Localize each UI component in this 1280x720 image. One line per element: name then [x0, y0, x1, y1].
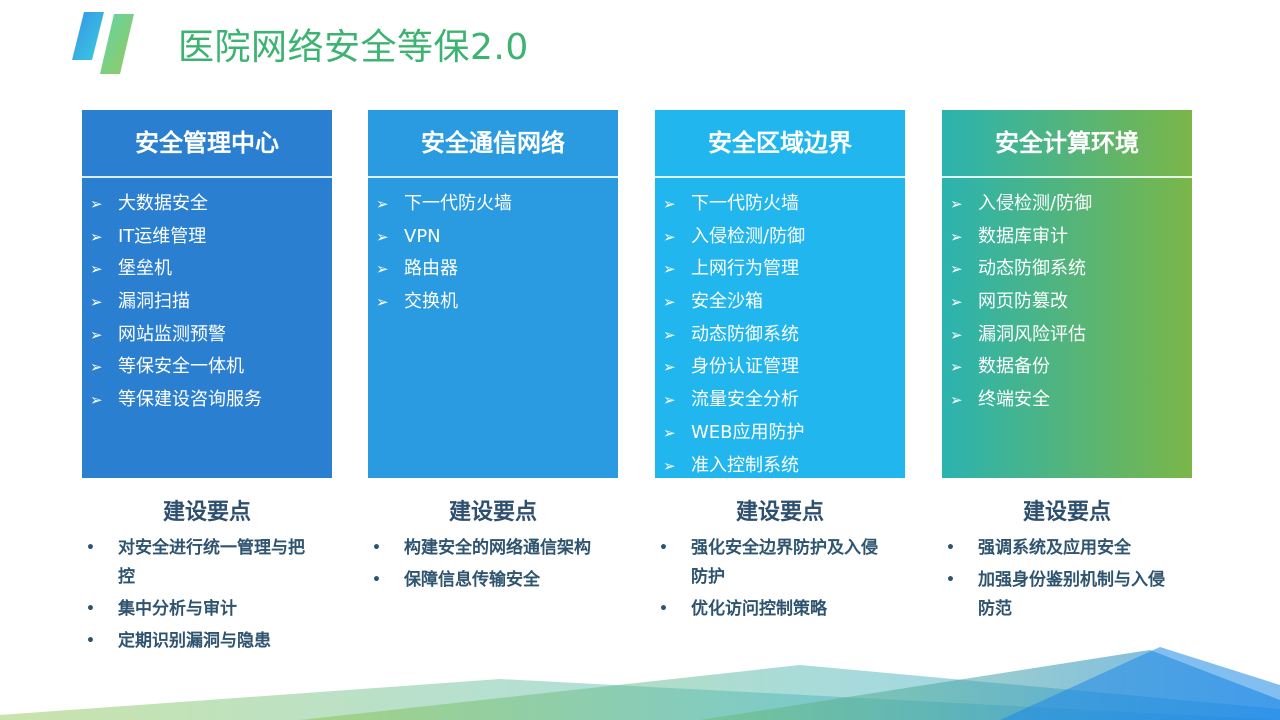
key-point: • 强化安全边界防护及入侵防护 [659, 534, 905, 592]
list-item: ➢ 准入控制系统 [663, 450, 905, 483]
arrow-bullet-icon: ➢ [950, 260, 963, 279]
arrow-bullet-icon: ➢ [950, 227, 963, 246]
arrow-bullet-icon: ➢ [663, 195, 676, 213]
dot-bullet-icon: • [946, 572, 955, 588]
key-point: • 保障信息传输安全 [372, 566, 618, 595]
arrow-bullet-icon: ➢ [376, 293, 389, 312]
dot-bullet-icon: • [946, 540, 955, 556]
dot-bullet-icon: • [659, 540, 668, 556]
list-item: ➢ 终端安全 [950, 384, 1192, 417]
list-item: ➢ 数据备份 [950, 351, 1192, 384]
key-points-title: 建设要点 [448, 500, 537, 525]
key-point: • 强调系统及应用安全 [946, 534, 1192, 563]
list-item: ➢ 网页防篡改 [950, 286, 1192, 319]
column-card: 安全区域边界 ➢ 下一代防火墙 ➢ 入侵检测/防御 ➢ 上网行为管理 ➢ 安全沙箱 ➢ 动… [655, 110, 905, 478]
list-item: ➢ 流量安全分析 [663, 384, 905, 417]
item-list: ➢ 下一代防火墙 ➢ 入侵检测/防御 ➢ 上网行为管理 ➢ 安全沙箱 ➢ 动态防御系统 ➢… [655, 178, 905, 482]
key-point: • 对安全进行统一管理与把控 [86, 534, 332, 592]
arrow-bullet-icon: ➢ [950, 195, 963, 213]
arrow-bullet-icon: ➢ [950, 325, 963, 344]
arrow-bullet-icon: ➢ [950, 358, 963, 377]
key-point: • 优化访问控制策略 [659, 595, 905, 624]
dot-bullet-icon: • [659, 601, 668, 617]
arrow-bullet-icon: ➢ [663, 293, 676, 312]
dot-bullet-icon: • [372, 572, 381, 588]
list-item: ➢ 等保安全一体机 [90, 351, 332, 384]
arrow-bullet-icon: ➢ [663, 423, 676, 442]
arrow-bullet-icon: ➢ [950, 293, 963, 312]
list-item: ➢ 动态防御系统 [663, 319, 905, 352]
key-points-list: • 对安全进行统一管理与把控 • 集中分析与审计 • 定期识别漏洞与隐患 [82, 534, 332, 656]
key-points-list: • 强调系统及应用安全 • 加强身份鉴别机制与入侵防范 [942, 534, 1192, 624]
arrow-bullet-icon: ➢ [663, 260, 676, 279]
key-points-title: 建设要点 [162, 500, 251, 525]
column-card: 安全计算环境 ➢ 入侵检测/防御 ➢ 数据库审计 ➢ 动态防御系统 ➢ 网页防篡改 ➢ 漏… [942, 110, 1192, 478]
list-item: ➢ 漏洞扫描 [90, 286, 332, 319]
list-item: ➢ IT运维管理 [90, 221, 332, 254]
key-point: • 加强身份鉴别机制与入侵防范 [946, 566, 1192, 624]
column-security-area-boundary: 安全区域边界 ➢ 下一代防火墙 ➢ 入侵检测/防御 ➢ 上网行为管理 ➢ 安全沙箱 ➢ 动… [655, 110, 905, 627]
list-item: ➢ 下一代防火墙 [376, 188, 618, 221]
list-item: ➢ 身份认证管理 [663, 351, 905, 384]
bottom-wave-decoration [0, 647, 1280, 720]
logo-stripes-icon [72, 12, 134, 74]
arrow-bullet-icon: ➢ [90, 260, 103, 279]
arrow-bullet-icon: ➢ [663, 391, 676, 410]
arrow-bullet-icon: ➢ [376, 227, 389, 246]
key-points-list: • 构建安全的网络通信架构 • 保障信息传输安全 [368, 534, 618, 595]
key-points-list: • 强化安全边界防护及入侵防护 • 优化访问控制策略 [655, 534, 905, 624]
arrow-bullet-icon: ➢ [90, 358, 103, 377]
list-item: ➢ 动态防御系统 [950, 253, 1192, 286]
page-title: 医院网络安全等保2.0 [178, 27, 529, 68]
column-heading: 安全区域边界 [655, 110, 905, 178]
arrow-bullet-icon: ➢ [663, 456, 676, 475]
list-item: ➢ 堡垒机 [90, 253, 332, 286]
arrow-bullet-icon: ➢ [663, 358, 676, 377]
list-item: ➢ 入侵检测/防御 [950, 188, 1192, 221]
arrow-bullet-icon: ➢ [376, 260, 389, 279]
key-points-title: 建设要点 [735, 500, 824, 525]
dot-bullet-icon: • [86, 540, 95, 556]
arrow-bullet-icon: ➢ [663, 325, 676, 344]
column-secure-communication-network: 安全通信网络 ➢ 下一代防火墙 ➢ VPN ➢ 路由器 ➢ 交换机 建设要点 • 构建安全… [368, 110, 618, 598]
arrow-bullet-icon: ➢ [90, 293, 103, 312]
column-heading: 安全管理中心 [82, 110, 332, 178]
arrow-bullet-icon: ➢ [376, 195, 389, 213]
item-list: ➢ 大数据安全 ➢ IT运维管理 ➢ 堡垒机 ➢ 漏洞扫描 ➢ 网站监测预警 ➢ 等保安全一… [82, 178, 332, 417]
arrow-bullet-icon: ➢ [90, 195, 103, 213]
key-point: • 集中分析与审计 [86, 595, 332, 624]
key-points-title: 建设要点 [1022, 500, 1111, 525]
list-item: ➢ 大数据安全 [90, 188, 332, 221]
item-list: ➢ 下一代防火墙 ➢ VPN ➢ 路由器 ➢ 交换机 [368, 178, 618, 319]
column-heading: 安全通信网络 [368, 110, 618, 178]
key-point: • 构建安全的网络通信架构 [372, 534, 618, 563]
dot-bullet-icon: • [372, 540, 381, 556]
list-item: ➢ 数据库审计 [950, 221, 1192, 254]
list-item: ➢ 入侵检测/防御 [663, 221, 905, 254]
item-list: ➢ 入侵检测/防御 ➢ 数据库审计 ➢ 动态防御系统 ➢ 网页防篡改 ➢ 漏洞风险评估 ➢… [942, 178, 1192, 417]
list-item: ➢ 网站监测预警 [90, 319, 332, 352]
column-secure-computing-environment: 安全计算环境 ➢ 入侵检测/防御 ➢ 数据库审计 ➢ 动态防御系统 ➢ 网页防篡改 ➢ 漏… [942, 110, 1192, 627]
list-item: ➢ 安全沙箱 [663, 286, 905, 319]
arrow-bullet-icon: ➢ [663, 227, 676, 246]
column-card: 安全通信网络 ➢ 下一代防火墙 ➢ VPN ➢ 路由器 ➢ 交换机 [368, 110, 618, 478]
dot-bullet-icon: • [86, 601, 95, 617]
arrow-bullet-icon: ➢ [950, 391, 963, 410]
column-card: 安全管理中心 ➢ 大数据安全 ➢ IT运维管理 ➢ 堡垒机 ➢ 漏洞扫描 ➢ 网站监测预警… [82, 110, 332, 478]
arrow-bullet-icon: ➢ [90, 325, 103, 344]
column-heading: 安全计算环境 [942, 110, 1192, 178]
arrow-bullet-icon: ➢ [90, 227, 103, 246]
list-item: ➢ 上网行为管理 [663, 253, 905, 286]
list-item: ➢ WEB应用防护 [663, 417, 905, 450]
list-item: ➢ 路由器 [376, 253, 618, 286]
arrow-bullet-icon: ➢ [90, 391, 103, 410]
column-security-management-center: 安全管理中心 ➢ 大数据安全 ➢ IT运维管理 ➢ 堡垒机 ➢ 漏洞扫描 ➢ 网站监测预警… [82, 110, 332, 659]
list-item: ➢ 漏洞风险评估 [950, 319, 1192, 352]
list-item: ➢ 等保建设咨询服务 [90, 384, 332, 417]
list-item: ➢ 下一代防火墙 [663, 188, 905, 221]
list-item: ➢ VPN [376, 221, 618, 254]
list-item: ➢ 交换机 [376, 286, 618, 319]
